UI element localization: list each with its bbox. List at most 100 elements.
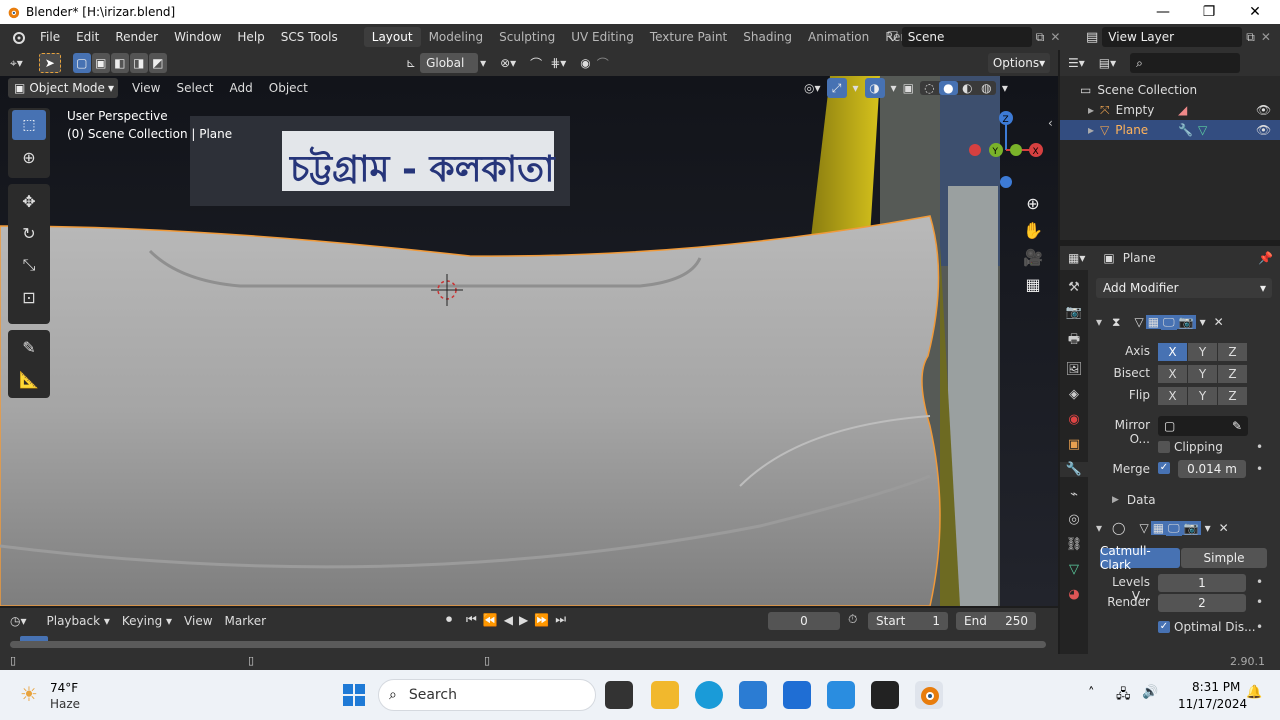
tool-tab-icon[interactable]: ⚒ bbox=[1068, 280, 1080, 295]
cursor-tool-icon[interactable]: ⊕ bbox=[12, 142, 46, 172]
tab-animation[interactable]: Animation bbox=[800, 27, 877, 47]
move-tool-icon[interactable]: ✥ bbox=[12, 186, 46, 216]
ortho-grid-icon[interactable]: ▦ bbox=[1020, 275, 1046, 294]
volume-icon[interactable]: 🔊 bbox=[1142, 685, 1158, 700]
scale-tool-icon[interactable]: ⤡ bbox=[12, 250, 46, 280]
select-mode-subtract-icon[interactable]: ◧ bbox=[110, 53, 129, 73]
current-frame-field[interactable]: 0 bbox=[768, 612, 840, 630]
taskbar-search-box[interactable]: ⌕ Search bbox=[378, 679, 596, 711]
start-frame-field[interactable]: Start 1 bbox=[868, 612, 948, 630]
remove-scene-icon[interactable]: ✕ bbox=[1050, 30, 1060, 44]
select-mode-invert-icon[interactable]: ◨ bbox=[129, 53, 148, 73]
viewport-toggle-icon[interactable]: 🖵 bbox=[1166, 520, 1182, 536]
options-dropdown[interactable]: Options ▾ bbox=[988, 53, 1050, 73]
menu-object[interactable]: Object bbox=[261, 81, 316, 95]
remove-view-layer-icon[interactable]: ✕ bbox=[1261, 30, 1271, 44]
menu-file[interactable]: File bbox=[32, 30, 68, 44]
scene-icon[interactable]: ⛉ bbox=[888, 30, 898, 45]
bisect-z-toggle[interactable]: Z bbox=[1218, 365, 1247, 383]
menu-scs-tools[interactable]: SCS Tools bbox=[273, 30, 346, 44]
view-layer-icon[interactable]: ▤ bbox=[1086, 30, 1098, 45]
end-frame-field[interactable]: End 250 bbox=[956, 612, 1036, 630]
output-tab-icon[interactable]: 🖶 bbox=[1068, 330, 1080, 352]
tab-shading[interactable]: Shading bbox=[735, 27, 800, 47]
keyframe-dot-icon[interactable]: • bbox=[1256, 440, 1263, 454]
navigation-gizmo[interactable]: Z Y X bbox=[968, 108, 1048, 192]
axis-y-toggle[interactable]: Y bbox=[1188, 343, 1217, 361]
tab-layout[interactable]: Layout bbox=[363, 27, 421, 47]
view-layer-field[interactable]: View Layer bbox=[1102, 27, 1243, 47]
play-reverse-icon[interactable]: ◀ bbox=[504, 613, 513, 627]
select-tool-icon[interactable]: ⬚ bbox=[12, 110, 46, 140]
3d-viewport[interactable]: চট্টগ্রাম - কলকাতা bbox=[0, 76, 1058, 606]
menu-render[interactable]: Render bbox=[107, 30, 166, 44]
menu-help[interactable]: Help bbox=[229, 30, 272, 44]
snap-icon[interactable]: ⌒ bbox=[530, 55, 542, 72]
tab-uv-editing[interactable]: UV Editing bbox=[563, 27, 642, 47]
pin-icon[interactable]: 📌 bbox=[1258, 251, 1273, 265]
minimize-button[interactable]: — bbox=[1140, 0, 1186, 24]
vscode-icon[interactable] bbox=[739, 681, 767, 709]
mirror-object-field[interactable]: ▢ ✎ bbox=[1158, 416, 1248, 436]
transform-tool-icon[interactable]: ⊡ bbox=[12, 282, 46, 312]
terminal-icon[interactable] bbox=[871, 681, 899, 709]
maximize-button[interactable]: ❐ bbox=[1186, 0, 1232, 24]
add-modifier-dropdown[interactable]: Add Modifier ▾ bbox=[1096, 278, 1272, 298]
falloff-icon[interactable]: ⌒ bbox=[597, 55, 609, 72]
zoom-icon[interactable]: ⊕ bbox=[1020, 194, 1046, 213]
subdivision-modifier-header[interactable]: ▾ ◯ ▽ ▦ 🖵 📷 ▾ ✕ bbox=[1096, 518, 1272, 538]
edge-browser-icon[interactable] bbox=[695, 681, 723, 709]
task-view-icon[interactable] bbox=[605, 681, 633, 709]
material-shading-icon[interactable]: ◐ bbox=[958, 81, 977, 95]
keying-menu[interactable]: Keying ▾ bbox=[116, 614, 178, 628]
levels-viewport-field[interactable]: 1 bbox=[1158, 574, 1246, 592]
select-mode-intersect-icon[interactable]: ◩ bbox=[148, 53, 167, 73]
editor-type-icon[interactable]: ⌖▾ bbox=[10, 56, 23, 71]
sidebar-toggle-icon[interactable]: ‹ bbox=[1048, 116, 1053, 130]
bisect-y-toggle[interactable]: Y bbox=[1188, 365, 1217, 383]
weather-temp[interactable]: 74°F bbox=[50, 681, 78, 695]
jump-end-icon[interactable]: ⏭ bbox=[555, 612, 566, 627]
marker-menu[interactable]: Marker bbox=[219, 614, 272, 628]
data-subpanel-header[interactable]: ▶ Data bbox=[1112, 493, 1156, 507]
file-explorer-icon[interactable] bbox=[651, 681, 679, 709]
visibility-icon[interactable]: ◎▾ bbox=[804, 81, 821, 95]
eyedropper-icon[interactable]: ✎ bbox=[1232, 416, 1242, 436]
cage-toggle-icon[interactable]: ▦ bbox=[1150, 521, 1167, 535]
physics-tab-icon[interactable]: ◎ bbox=[1068, 512, 1079, 527]
menu-edit[interactable]: Edit bbox=[68, 30, 107, 44]
paint-app-icon[interactable] bbox=[827, 681, 855, 709]
properties-editor-icon[interactable]: ▦▾ bbox=[1068, 251, 1085, 265]
timeline-editor-icon[interactable]: ◷▾ bbox=[10, 614, 27, 628]
merge-checkbox[interactable]: ✓ bbox=[1158, 462, 1170, 474]
data-tab-icon[interactable]: ▽ bbox=[1069, 562, 1079, 577]
clipping-checkbox[interactable] bbox=[1158, 441, 1170, 453]
playback-menu[interactable]: Playback ▾ bbox=[41, 614, 116, 628]
new-scene-icon[interactable]: ⧉ bbox=[1036, 30, 1045, 45]
weather-condition[interactable]: Haze bbox=[50, 697, 80, 711]
flip-z-toggle[interactable]: Z bbox=[1218, 387, 1247, 405]
outliner-row-scene-collection[interactable]: ▭ Scene Collection bbox=[1080, 80, 1197, 100]
timeline-view-menu[interactable]: View bbox=[178, 614, 218, 628]
select-box-tool-icon[interactable]: ➤ bbox=[38, 53, 61, 73]
tab-modeling[interactable]: Modeling bbox=[421, 27, 492, 47]
tray-chevron-icon[interactable]: ˄ bbox=[1088, 686, 1095, 701]
simple-button[interactable]: Simple bbox=[1181, 548, 1267, 568]
remove-modifier-icon[interactable]: ✕ bbox=[1214, 315, 1224, 329]
optimal-display-checkbox[interactable]: ✓ bbox=[1158, 621, 1170, 633]
modifier-tab-icon[interactable]: 🔧 bbox=[1060, 462, 1088, 477]
select-mode-extend-icon[interactable]: ▣ bbox=[91, 53, 110, 73]
clock-date[interactable]: 11/17/2024 bbox=[1178, 697, 1247, 711]
visibility-eye-icon[interactable]: 👁 bbox=[1256, 123, 1271, 137]
next-keyframe-icon[interactable]: ⏩ bbox=[534, 613, 549, 627]
outliner-filter-icon[interactable]: ▤▾ bbox=[1099, 56, 1116, 70]
world-tab-icon[interactable]: ◉ bbox=[1068, 412, 1079, 427]
flip-y-toggle[interactable]: Y bbox=[1188, 387, 1217, 405]
axis-z-toggle[interactable]: Z bbox=[1218, 343, 1247, 361]
mirror-modifier-header[interactable]: ▾ ⧗ ▽ ▦ 🖵 📷 ▾ ✕ bbox=[1096, 312, 1272, 332]
tab-sculpting[interactable]: Sculpting bbox=[491, 27, 563, 47]
axis-x-toggle[interactable]: X bbox=[1158, 343, 1187, 361]
camera-view-icon[interactable]: 🎥 bbox=[1020, 248, 1046, 267]
render-toggle-icon[interactable]: 📷 bbox=[1176, 315, 1196, 329]
flip-x-toggle[interactable]: X bbox=[1158, 387, 1187, 405]
